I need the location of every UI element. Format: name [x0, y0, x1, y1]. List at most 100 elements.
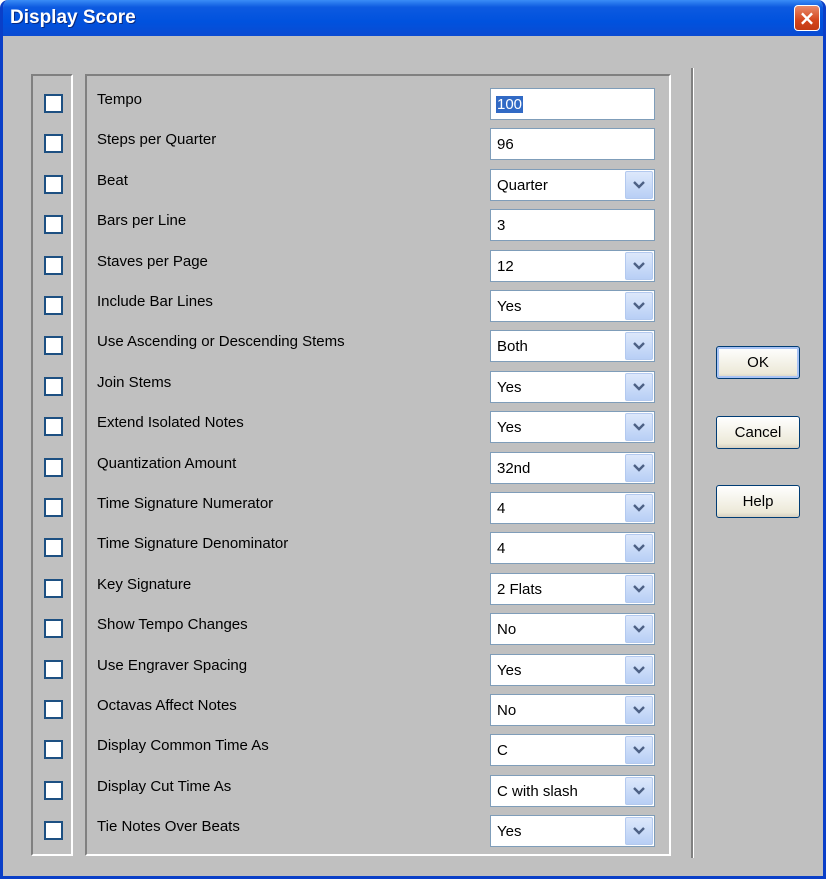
row-dropdown[interactable]: 2 Flats	[490, 573, 655, 605]
row-label: Extend Isolated Notes	[97, 414, 244, 431]
chevron-down-icon	[633, 746, 645, 754]
row-dropdown[interactable]: No	[490, 613, 655, 645]
row-text-input[interactable]: 96	[490, 128, 655, 160]
row-checkbox[interactable]	[44, 538, 63, 557]
chevron-down-icon	[633, 464, 645, 472]
row-value: Yes	[497, 662, 522, 679]
row-label: Tie Notes Over Beats	[97, 818, 240, 835]
row-dropdown[interactable]: Yes	[490, 371, 655, 403]
row-value: C	[497, 742, 508, 759]
row-value: Yes	[497, 379, 522, 396]
row-label: Tempo	[97, 91, 143, 108]
row-label: Key Signature	[97, 576, 192, 593]
row-dropdown[interactable]: 4	[490, 492, 655, 524]
cancel-button[interactable]: Cancel	[716, 416, 800, 449]
row-value: 4	[497, 500, 506, 517]
row-checkbox[interactable]	[44, 821, 63, 840]
row-dropdown[interactable]: 4	[490, 532, 655, 564]
row-checkbox[interactable]	[44, 700, 63, 719]
close-button[interactable]: ×	[794, 5, 820, 31]
chevron-down-icon	[633, 302, 645, 310]
dropdown-arrow-button[interactable]	[625, 332, 653, 360]
dropdown-arrow-button[interactable]	[625, 656, 653, 684]
row-value: 4	[497, 540, 506, 557]
row-text-input[interactable]: 100	[490, 88, 655, 120]
chevron-down-icon	[633, 181, 645, 189]
help-button[interactable]: Help	[716, 485, 800, 518]
dropdown-arrow-button[interactable]	[625, 736, 653, 764]
row-label: Time Signature Numerator	[97, 495, 274, 512]
row-label: Steps per Quarter	[97, 131, 217, 148]
row-label: Display Common Time As	[97, 737, 269, 754]
row-checkbox[interactable]	[44, 740, 63, 759]
dropdown-arrow-button[interactable]	[625, 292, 653, 320]
row-dropdown[interactable]: Both	[490, 330, 655, 362]
row-label: Time Signature Denominator	[97, 535, 289, 552]
row-label: Quantization Amount	[97, 455, 237, 472]
row-label: Use Engraver Spacing	[97, 657, 248, 674]
ok-button[interactable]: OK	[716, 346, 800, 379]
row-text-input[interactable]: 3	[490, 209, 655, 241]
row-dropdown[interactable]: Yes	[490, 411, 655, 443]
dropdown-arrow-button[interactable]	[625, 413, 653, 441]
row-checkbox[interactable]	[44, 215, 63, 234]
row-checkbox[interactable]	[44, 660, 63, 679]
row-checkbox[interactable]	[44, 619, 63, 638]
dropdown-arrow-button[interactable]	[625, 777, 653, 805]
row-dropdown[interactable]: No	[490, 694, 655, 726]
row-value: Both	[497, 338, 528, 355]
row-dropdown[interactable]: C with slash	[490, 775, 655, 807]
chevron-down-icon	[633, 544, 645, 552]
row-value: Quarter	[497, 177, 548, 194]
row-checkbox[interactable]	[44, 336, 63, 355]
chevron-down-icon	[633, 706, 645, 714]
row-label: Beat	[97, 172, 128, 189]
row-checkbox[interactable]	[44, 781, 63, 800]
row-dropdown[interactable]: C	[490, 734, 655, 766]
row-dropdown[interactable]: Quarter	[490, 169, 655, 201]
dropdown-arrow-button[interactable]	[625, 373, 653, 401]
chevron-down-icon	[633, 383, 645, 391]
row-dropdown[interactable]: Yes	[490, 815, 655, 847]
dropdown-arrow-button[interactable]	[625, 696, 653, 724]
row-value: C with slash	[497, 783, 578, 800]
row-checkbox[interactable]	[44, 579, 63, 598]
row-checkbox[interactable]	[44, 94, 63, 113]
row-checkbox[interactable]	[44, 175, 63, 194]
row-checkbox[interactable]	[44, 256, 63, 275]
row-checkbox[interactable]	[44, 377, 63, 396]
row-label: Show Tempo Changes	[97, 616, 248, 633]
row-checkbox[interactable]	[44, 417, 63, 436]
row-value: 100	[496, 96, 524, 113]
row-checkbox[interactable]	[44, 458, 63, 477]
row-checkbox[interactable]	[44, 498, 63, 517]
dropdown-arrow-button[interactable]	[625, 615, 653, 643]
dialog-title: Display Score	[10, 7, 136, 28]
row-value: 96	[497, 136, 514, 153]
row-value: Yes	[497, 419, 522, 436]
row-checkbox[interactable]	[44, 296, 63, 315]
dropdown-arrow-button[interactable]	[625, 534, 653, 562]
row-checkbox[interactable]	[44, 134, 63, 153]
dropdown-arrow-button[interactable]	[625, 252, 653, 280]
chevron-down-icon	[633, 787, 645, 795]
row-value: No	[497, 702, 517, 719]
dropdown-arrow-button[interactable]	[625, 817, 653, 845]
row-dropdown[interactable]: Yes	[490, 654, 655, 686]
chevron-down-icon	[633, 585, 645, 593]
row-value: 12	[497, 258, 514, 275]
row-label: Include Bar Lines	[97, 293, 213, 310]
dropdown-arrow-button[interactable]	[625, 171, 653, 199]
row-dropdown[interactable]: 32nd	[490, 452, 655, 484]
chevron-down-icon	[633, 423, 645, 431]
chevron-down-icon	[633, 504, 645, 512]
row-value: Yes	[497, 298, 522, 315]
dropdown-arrow-button[interactable]	[625, 494, 653, 522]
dropdown-arrow-button[interactable]	[625, 454, 653, 482]
row-label: Display Cut Time As	[97, 778, 232, 795]
dropdown-arrow-button[interactable]	[625, 575, 653, 603]
row-dropdown[interactable]: Yes	[490, 290, 655, 322]
close-icon: ×	[798, 6, 816, 30]
row-dropdown[interactable]: 12	[490, 250, 655, 282]
title-bar[interactable]: Display Score ×	[3, 0, 823, 36]
